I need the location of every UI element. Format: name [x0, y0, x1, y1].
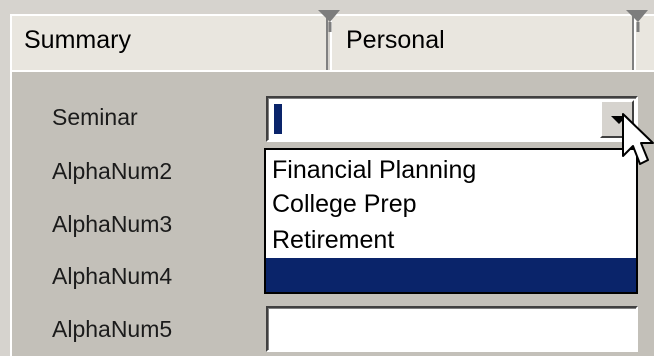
alphanum2-label: AlphaNum2: [52, 158, 173, 184]
option-retirement[interactable]: Retirement: [272, 228, 394, 253]
tab-summary[interactable]: Summary: [10, 14, 328, 70]
tab-divider-icon: [318, 10, 340, 32]
tab-personal[interactable]: Personal: [330, 14, 634, 70]
app-window: Summary Personal Seminar AlphaNum2 Alpha…: [0, 0, 654, 356]
seminar-dropdown-list[interactable]: Financial Planning College Prep Retireme…: [264, 148, 638, 294]
tab-divider-icon: [626, 10, 648, 32]
text-caret: [274, 104, 282, 134]
alphanum5-label: AlphaNum5: [52, 316, 173, 342]
seminar-combobox[interactable]: [266, 96, 638, 142]
alphanum5-field[interactable]: [266, 306, 638, 352]
alphanum4-label: AlphaNum4: [52, 263, 173, 289]
tab-personal-label: Personal: [346, 26, 445, 54]
option-empty-selected[interactable]: [266, 258, 636, 292]
option-financial-planning[interactable]: Financial Planning: [272, 158, 476, 183]
mouse-pointer-icon: [622, 113, 654, 165]
option-college-prep[interactable]: College Prep: [272, 192, 417, 217]
tab-summary-label: Summary: [24, 26, 131, 54]
alphanum3-label: AlphaNum3: [52, 211, 173, 237]
seminar-label: Seminar: [52, 104, 138, 130]
